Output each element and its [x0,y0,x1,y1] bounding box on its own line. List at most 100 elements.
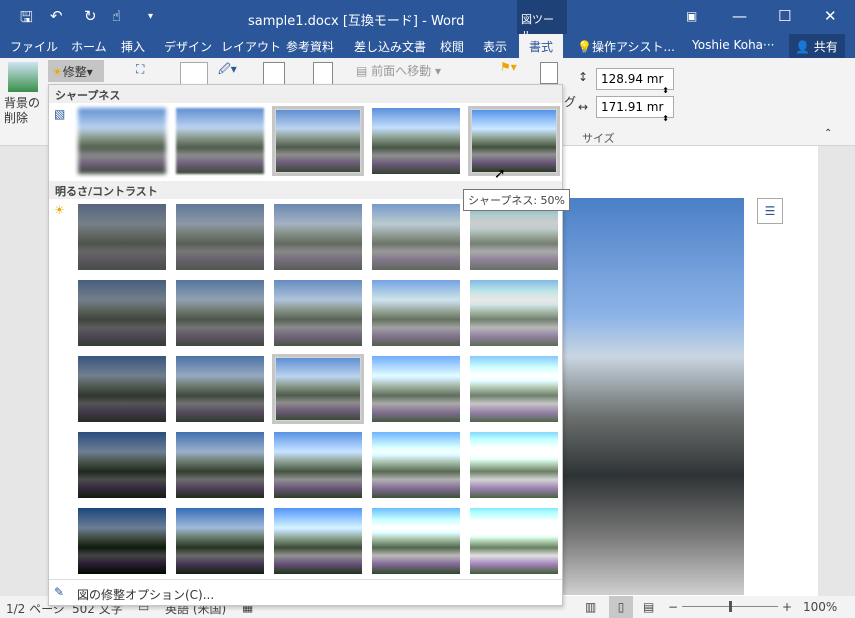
minimize-icon[interactable]: — [732,7,747,25]
width-icon: ↔ [578,100,589,114]
tab-references[interactable]: 参考資料 [286,38,334,55]
tab-home[interactable]: ホーム [71,38,107,55]
maximize-icon[interactable]: ☐ [778,7,791,25]
web-layout-icon[interactable]: ▤ [643,600,654,614]
spinner-icon[interactable]: ⬍ [662,86,669,95]
compress-icon[interactable]: ⛶ [136,62,144,77]
layout-options-icon[interactable]: ☰ [757,198,783,224]
read-mode-icon[interactable]: ▥ [585,600,596,614]
tab-view[interactable]: 表示 [483,38,507,55]
person-add-icon: 👤 [795,40,810,54]
redo-icon[interactable]: ↻ [84,7,97,25]
brightness-contrast-option[interactable] [272,278,364,348]
brightness-contrast-option[interactable] [76,506,168,576]
sharpness-option[interactable] [174,106,266,176]
undo-icon[interactable]: ↶ [50,7,63,25]
thumbnail-image [78,432,166,498]
brightness-contrast-option[interactable] [468,202,560,272]
brightness-contrast-option[interactable] [468,506,560,576]
brightness-contrast-option[interactable] [272,202,364,272]
thumbnail-image [78,508,166,574]
thumbnail-image [274,508,362,574]
brightness-contrast-option[interactable] [76,430,168,500]
tooltip: シャープネス: 50% [463,189,570,211]
brightness-contrast-option[interactable] [174,202,266,272]
tab-review[interactable]: 校閲 [440,38,464,55]
thumbnail-image [470,508,558,574]
remove-background-button[interactable]: 背景の削除 [4,96,40,126]
touch-mode-icon[interactable]: ☝ [112,7,121,25]
tab-design[interactable]: デザイン [164,38,212,55]
brightness-contrast-option[interactable] [272,354,364,424]
thumbnail-image [470,204,558,270]
context-tab-label: 図ツール [517,0,567,42]
brightness-contrast-option[interactable] [272,506,364,576]
thumbnail-image [470,280,558,346]
tab-format[interactable]: 書式 [519,34,564,58]
corrections-button[interactable]: ☀修整▾ [48,60,104,82]
sharpness-option[interactable] [370,106,462,176]
spinner-icon[interactable]: ⬍ [662,114,669,123]
brightness-contrast-option[interactable] [370,354,462,424]
zoom-slider[interactable] [682,601,778,612]
brightness-contrast-option[interactable] [174,278,266,348]
mouse-cursor-icon: ➚ [494,166,506,182]
wrap-text-icon[interactable] [313,62,333,86]
brightness-contrast-option[interactable] [370,278,462,348]
zoom-level[interactable]: 100% [803,600,837,614]
brightness-contrast-option[interactable] [370,506,462,576]
ribbon-tabs: ファイル ホーム 挿入 デザイン レイアウト 参考資料 差し込み文書 校閲 表示… [0,34,855,58]
height-input[interactable]: 128.94 mr ⬍ [596,68,674,95]
brightness-contrast-option[interactable] [468,354,560,424]
tab-mailings[interactable]: 差し込み文書 [354,38,426,55]
picture-corrections-options[interactable]: 図の修整オプション(C)... [77,586,214,603]
user-name[interactable]: Yoshie Koha··· [692,38,774,52]
width-input[interactable]: 171.91 mr ⬍ [596,96,674,123]
thumbnail-image [372,356,460,422]
zoom-out-button[interactable]: − [668,600,678,614]
picture-border-icon[interactable]: 🖉▾ [218,60,237,81]
brightness-contrast-option[interactable] [370,202,462,272]
sharpness-option[interactable] [468,106,560,176]
brightness-contrast-option[interactable] [174,506,266,576]
customize-icon[interactable]: ▾ [148,11,153,22]
document-title: sample1.docx [互換モード] - Word [248,14,465,29]
brightness-contrast-option[interactable] [468,430,560,500]
zoom-slider-thumb[interactable] [729,601,732,612]
thumbnail-image [276,358,360,420]
tab-insert[interactable]: 挿入 [121,38,145,55]
sharpness-option[interactable] [76,106,168,176]
collapse-ribbon-icon[interactable]: ⌃ [824,128,832,139]
brightness-contrast-option[interactable] [468,278,560,348]
brightness-contrast-option[interactable] [174,354,266,424]
print-layout-icon[interactable]: ▯ [609,596,633,618]
position-icon[interactable] [263,62,285,86]
corrections-gallery: シャープネス ▧ 明るさ/コントラスト ☀ ✎ 図の修整オプション(C)... [48,84,563,606]
thumbnail-image [78,108,166,174]
brightness-contrast-option[interactable] [174,430,266,500]
bring-forward-button[interactable]: ▤ 前面へ移動 ▾ [356,62,441,79]
brightness-contrast-option[interactable] [76,202,168,272]
align-icon[interactable]: ⚑▾ [500,60,517,74]
brightness-contrast-option[interactable] [76,354,168,424]
zoom-in-button[interactable]: + [782,600,792,614]
sharpness-option[interactable] [272,106,364,176]
brightness-contrast-option[interactable] [272,430,364,500]
crop-icon[interactable] [540,62,558,84]
picture-styles-icon[interactable] [180,62,208,86]
close-icon[interactable]: ✕ [824,7,837,25]
brightness-contrast-option[interactable] [76,278,168,348]
tab-file[interactable]: ファイル [10,38,58,55]
remove-background-icon[interactable] [8,62,38,92]
sharpness-header: シャープネス [49,85,562,103]
share-button[interactable]: 👤 共有 [789,34,845,58]
save-icon[interactable]: 🖫 [20,7,33,32]
brightness-contrast-option[interactable] [370,430,462,500]
tab-layout[interactable]: レイアウト [221,38,281,55]
tell-me-box[interactable]: 💡操作アシスト... [577,38,675,55]
document-picture[interactable] [563,198,744,595]
thumbnail-image [372,508,460,574]
thumbnail-image [176,204,264,270]
thumbnail-image [78,280,166,346]
ribbon-display-icon[interactable]: ▣ [686,9,697,23]
